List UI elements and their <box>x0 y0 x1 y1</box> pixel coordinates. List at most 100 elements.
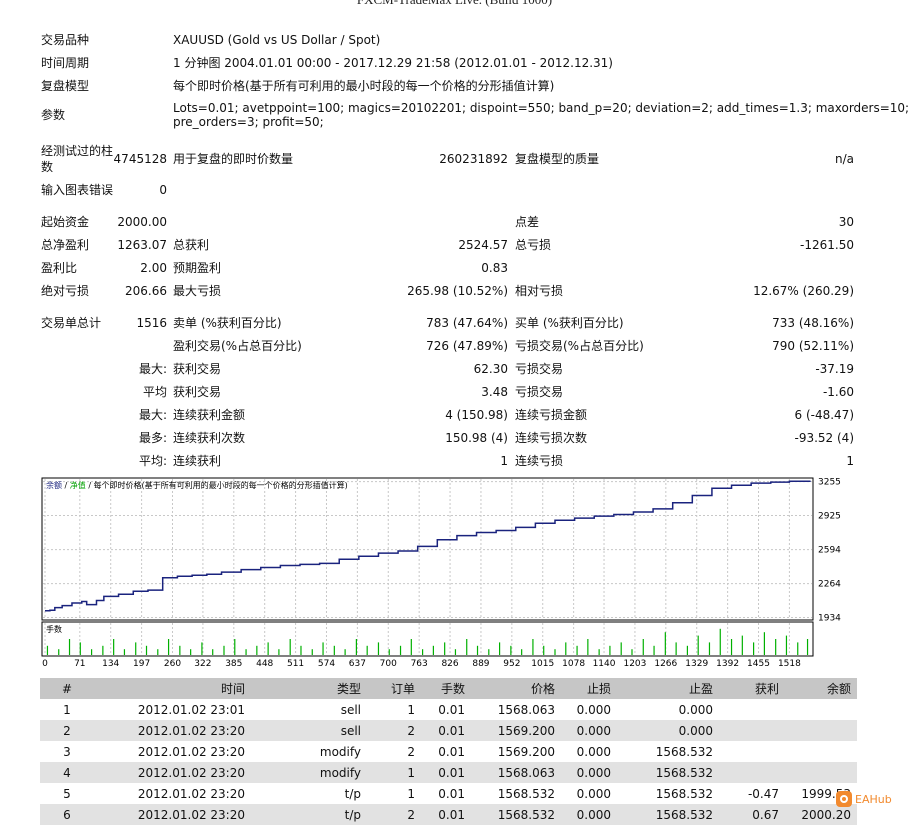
table-cell: 0.01 <box>438 786 465 801</box>
x-tick-label: 574 <box>318 659 335 669</box>
y-tick-label: 1934 <box>818 614 841 624</box>
y-tick-label: 2264 <box>818 580 841 590</box>
table-cell: 2 <box>407 744 415 759</box>
column-header: 止损 <box>561 678 617 699</box>
table-cell: 4 <box>40 762 94 783</box>
legend-model: 每个即时价格(基于所有可利用的最小时段的每一个价格的分形插值计算) <box>94 480 348 490</box>
legend-equity: 净值 <box>70 480 86 490</box>
balance-panel <box>41 477 814 621</box>
table-cell: modify <box>319 744 361 759</box>
table-cell: 2012.01.02 23:20 <box>94 804 251 825</box>
x-tick-label: 1518 <box>778 659 801 669</box>
table-cell: sell <box>251 720 367 741</box>
table-cell: 0.000 <box>576 744 611 759</box>
table-cell: 0.000 <box>561 720 617 741</box>
table-cell: 2012.01.02 23:20 <box>137 744 245 759</box>
table-cell: 1569.200 <box>471 720 561 741</box>
x-tick-label: 1392 <box>716 659 739 669</box>
x-tick-label: 1455 <box>747 659 770 669</box>
table-row: 2 2012.01.02 23:20 sell 2 0.01 1569.200 0.000 0… <box>40 720 857 741</box>
column-header: 获利 <box>719 678 785 699</box>
balance-chart-area: 3255 2925 2594 2264 1934 0 71 134 197 260 322 385 44… <box>0 0 909 680</box>
x-tick-label: 700 <box>380 659 397 669</box>
x-tick-label: 1266 <box>654 659 677 669</box>
x-tick-label: 1203 <box>623 659 646 669</box>
volume-panel-label: 手数 <box>46 624 62 634</box>
x-tick-label: 637 <box>349 659 366 669</box>
table-cell: 0.000 <box>576 702 611 717</box>
table-cell <box>785 720 857 741</box>
y-tick-label: 2594 <box>818 546 841 556</box>
table-cell: modify <box>251 762 367 783</box>
x-tick-label: 134 <box>102 659 119 669</box>
table-cell <box>785 762 857 783</box>
table-cell: 1 <box>367 762 421 783</box>
column-header: 手数 <box>421 678 471 699</box>
column-header: 类型 <box>251 678 367 699</box>
table-cell: 1568.532 <box>497 786 555 801</box>
table-cell: t/p <box>251 804 367 825</box>
table-cell: 0.000 <box>561 804 617 825</box>
table-cell <box>719 699 785 720</box>
x-tick-label: 889 <box>472 659 489 669</box>
table-cell: 0.000 <box>617 720 719 741</box>
table-cell <box>719 762 785 783</box>
table-cell: 2012.01.02 23:20 <box>94 762 251 783</box>
x-tick-label: 763 <box>411 659 428 669</box>
x-tick-label: 260 <box>164 659 181 669</box>
table-cell <box>785 741 857 762</box>
eahub-logo-icon <box>836 791 852 807</box>
table-cell: 0.01 <box>438 702 465 717</box>
table-cell: 0.000 <box>576 786 611 801</box>
legend-balance: 余额 <box>46 480 62 490</box>
table-cell <box>785 699 857 720</box>
table-cell: 2 <box>40 720 94 741</box>
table-cell: 0.01 <box>421 720 471 741</box>
table-cell: 0.01 <box>421 804 471 825</box>
chart-legend: 余额 / 净值 / 每个即时价格(基于所有可利用的最小时段的每一个价格的分形插值… <box>46 480 348 490</box>
table-cell: 1 <box>63 702 71 717</box>
x-tick-label: 826 <box>441 659 458 669</box>
table-cell: 1568.532 <box>617 804 719 825</box>
table-cell: 2 <box>367 804 421 825</box>
legend-separator: / <box>62 481 70 490</box>
table-cell: 1 <box>407 786 415 801</box>
table-row: 4 2012.01.02 23:20 modify 1 0.01 1568.063 0.00… <box>40 762 857 783</box>
y-tick-label: 2925 <box>818 512 841 522</box>
deals-header-row: # 时间 类型 订单 手数 价格 止损 止盈 获利 余额 <box>40 678 857 699</box>
table-cell: 1568.532 <box>617 762 719 783</box>
x-tick-label: 448 <box>256 659 273 669</box>
column-header: 余额 <box>785 678 857 699</box>
table-cell: 1568.532 <box>655 786 713 801</box>
column-header: 时间 <box>94 678 251 699</box>
eahub-watermark-text: EAHub <box>855 792 892 806</box>
table-row: 5 2012.01.02 23:20 t/p 1 0.01 1568.532 0.000 15… <box>40 783 857 804</box>
x-tick-label: 385 <box>225 659 242 669</box>
x-tick-label: 1078 <box>562 659 585 669</box>
x-tick-label: 1015 <box>531 659 554 669</box>
table-cell: 1568.063 <box>497 702 555 717</box>
table-cell: 0.000 <box>678 702 713 717</box>
x-tick-label: 511 <box>287 659 304 669</box>
table-cell: -0.47 <box>747 786 779 801</box>
column-header: 止盈 <box>617 678 719 699</box>
y-tick-label: 3255 <box>818 478 841 488</box>
x-tick-label: 71 <box>74 659 85 669</box>
table-cell: 1 <box>407 702 415 717</box>
x-tick-label: 952 <box>503 659 520 669</box>
table-row: 3 2012.01.02 23:20 modify 2 0.01 1569.200 0.00… <box>40 741 857 762</box>
column-header: 订单 <box>367 678 421 699</box>
table-cell: t/p <box>344 786 361 801</box>
table-cell: 1568.532 <box>655 744 713 759</box>
x-tick-label: 322 <box>194 659 211 669</box>
table-cell: 0.67 <box>719 804 785 825</box>
table-row: 6 2012.01.02 23:20 t/p 2 0.01 1568.532 0.000 15… <box>40 804 857 825</box>
deals-table: # 时间 类型 订单 手数 价格 止损 止盈 获利 余额 1 2012.01.02 23:01 sel… <box>40 678 857 825</box>
table-cell: 0.01 <box>438 744 465 759</box>
table-cell <box>719 720 785 741</box>
table-cell: 0.000 <box>561 762 617 783</box>
column-header: # <box>40 678 94 699</box>
table-cell: 1568.532 <box>471 804 561 825</box>
table-cell: 5 <box>63 786 71 801</box>
balance-chart: 3255 2925 2594 2264 1934 0 71 134 197 260 322 385 44… <box>41 477 841 669</box>
